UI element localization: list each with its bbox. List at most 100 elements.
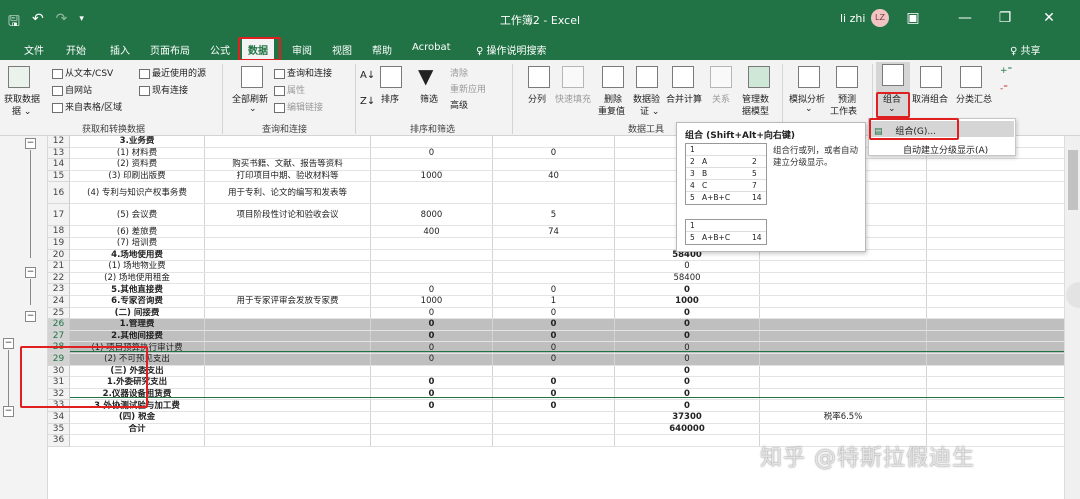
cell-d[interactable]: [370, 412, 492, 423]
show-detail-icon[interactable]: +⁼: [1000, 66, 1012, 76]
cell-d[interactable]: [370, 435, 492, 446]
cell-d[interactable]: 0: [370, 284, 492, 295]
cell-c[interactable]: [204, 136, 370, 147]
table-row[interactable]: 1.外委研究支出 0 0 0: [70, 377, 1064, 389]
cell-f[interactable]: 640000: [614, 423, 759, 435]
cell-f[interactable]: 0: [614, 319, 759, 330]
cell-d[interactable]: [370, 182, 492, 204]
edit-links-button[interactable]: 编辑链接: [274, 100, 323, 113]
data-validation-dropdown[interactable]: 证 ⌄: [640, 104, 659, 117]
cell-g[interactable]: [759, 365, 927, 377]
relationships-button[interactable]: 关系: [712, 92, 730, 105]
cell-g[interactable]: [759, 296, 927, 307]
filter-button[interactable]: 筛选: [420, 92, 438, 105]
cell-d[interactable]: [370, 272, 492, 284]
cell-g[interactable]: [759, 342, 927, 353]
cell-f[interactable]: 0: [614, 400, 759, 411]
cell-c[interactable]: 打印项目中期、验收材料等: [204, 170, 370, 182]
cell-e[interactable]: [492, 435, 614, 446]
cell-b[interactable]: (7) 培训费: [70, 238, 204, 249]
cell-e[interactable]: [492, 423, 614, 435]
row-header[interactable]: 35: [48, 423, 70, 436]
row-header[interactable]: 22: [48, 272, 70, 285]
cell-e[interactable]: [492, 238, 614, 249]
existing-connections-button[interactable]: 现有连接: [139, 83, 188, 96]
cell-g[interactable]: [759, 330, 927, 342]
tab-formulas[interactable]: 公式: [210, 42, 230, 57]
table-row[interactable]: 6.专家咨询费 用于专家评审会发放专家费 1000 1 1000: [70, 296, 1064, 308]
cell-f[interactable]: 58400: [614, 272, 759, 284]
cell-c[interactable]: [204, 261, 370, 272]
cell-e[interactable]: 1: [492, 296, 614, 307]
cell-e[interactable]: 0: [492, 307, 614, 319]
cell-c[interactable]: [204, 330, 370, 342]
cell-e[interactable]: 0: [492, 377, 614, 388]
tab-review[interactable]: 审阅: [292, 42, 312, 57]
collapse-group-icon[interactable]: −: [25, 138, 36, 149]
cell-d[interactable]: 0: [370, 330, 492, 342]
table-row[interactable]: (二) 间接费 0 0 0: [70, 307, 1064, 320]
cell-c[interactable]: [204, 249, 370, 261]
collapse-group-icon[interactable]: −: [3, 406, 14, 417]
clear-filter-button[interactable]: 清除: [450, 66, 468, 79]
cell-e[interactable]: 0: [492, 147, 614, 159]
table-row[interactable]: (2) 资料费购买书籍、文献、报告等资料等资料: [70, 159, 1064, 171]
from-text-csv-button[interactable]: 从文本/CSV: [52, 66, 113, 79]
cell-e[interactable]: 5: [492, 204, 614, 226]
cell-e[interactable]: [492, 261, 614, 272]
cell-b[interactable]: 1.管理费: [70, 319, 204, 330]
cell-d[interactable]: [370, 136, 492, 147]
sort-ascending-icon[interactable]: A↓: [360, 70, 375, 81]
flash-fill-button[interactable]: 快速填充: [555, 92, 591, 105]
table-row[interactable]: (5) 会议费项目阶段性讨论和验收会议80005共5次会: [70, 204, 1064, 227]
cell-c[interactable]: [204, 435, 370, 446]
cell-c[interactable]: [204, 412, 370, 423]
cell-b[interactable]: (1) 材料费: [70, 148, 204, 159]
cell-e[interactable]: [492, 272, 614, 284]
row-header[interactable]: 23: [48, 284, 70, 296]
row-header[interactable]: 15: [48, 170, 70, 183]
cell-e[interactable]: 0: [492, 354, 614, 365]
cell-c[interactable]: 购买书籍、文献、报告等资料: [204, 159, 370, 170]
cell-b[interactable]: 2.其他间接费: [70, 331, 204, 342]
cell-c[interactable]: [204, 388, 370, 400]
cell-b[interactable]: (6) 差旅费: [70, 226, 204, 237]
cell-g[interactable]: [759, 319, 927, 330]
cell-d[interactable]: 0: [370, 388, 492, 400]
table-row[interactable]: 1.管理费 0 0 0: [70, 319, 1064, 331]
cell-c[interactable]: [204, 365, 370, 377]
cell-f[interactable]: 37300: [614, 412, 759, 423]
hide-detail-icon[interactable]: -⁼: [1000, 84, 1008, 94]
cell-d[interactable]: [370, 365, 492, 377]
row-header[interactable]: 16: [48, 182, 70, 205]
reapply-button[interactable]: 重新应用: [450, 82, 486, 95]
table-row[interactable]: (7) 培训费0: [70, 238, 1064, 250]
cell-c[interactable]: [204, 319, 370, 330]
get-data-dropdown[interactable]: 据 ⌄: [12, 104, 31, 117]
cell-c[interactable]: 项目阶段性讨论和验收会议: [204, 204, 370, 226]
cell-c[interactable]: [204, 354, 370, 365]
vertical-scrollbar[interactable]: [1064, 136, 1080, 499]
cell-b[interactable]: 3.业务费: [70, 136, 204, 147]
row-header[interactable]: 34: [48, 412, 70, 424]
table-row[interactable]: (3) 印刷出版费打印项目中期、验收材料等10004040页: [70, 170, 1064, 183]
cell-g[interactable]: [759, 377, 927, 388]
cell-c[interactable]: [204, 238, 370, 249]
menu-item-auto-outline[interactable]: 自动建立分级显示(A): [903, 143, 988, 156]
cell-d[interactable]: [370, 249, 492, 261]
cell-g[interactable]: [759, 354, 927, 365]
table-row[interactable]: (2) 场地使用租金 58400: [70, 272, 1064, 285]
cell-f[interactable]: 0: [614, 388, 759, 400]
row-header[interactable]: 36: [48, 435, 70, 447]
cell-g[interactable]: [759, 261, 927, 272]
cell-d[interactable]: 0: [370, 354, 492, 365]
cell-c[interactable]: [204, 147, 370, 159]
cell-e[interactable]: [492, 136, 614, 147]
tab-page-layout[interactable]: 页面布局: [150, 42, 190, 57]
cell-f[interactable]: 1000: [614, 296, 759, 307]
sort-descending-icon[interactable]: Z↓: [360, 96, 375, 107]
cell-b[interactable]: (四) 税金: [70, 412, 204, 423]
cell-c[interactable]: [204, 423, 370, 435]
cell-g[interactable]: [759, 307, 927, 319]
row-header[interactable]: 13: [48, 147, 70, 160]
